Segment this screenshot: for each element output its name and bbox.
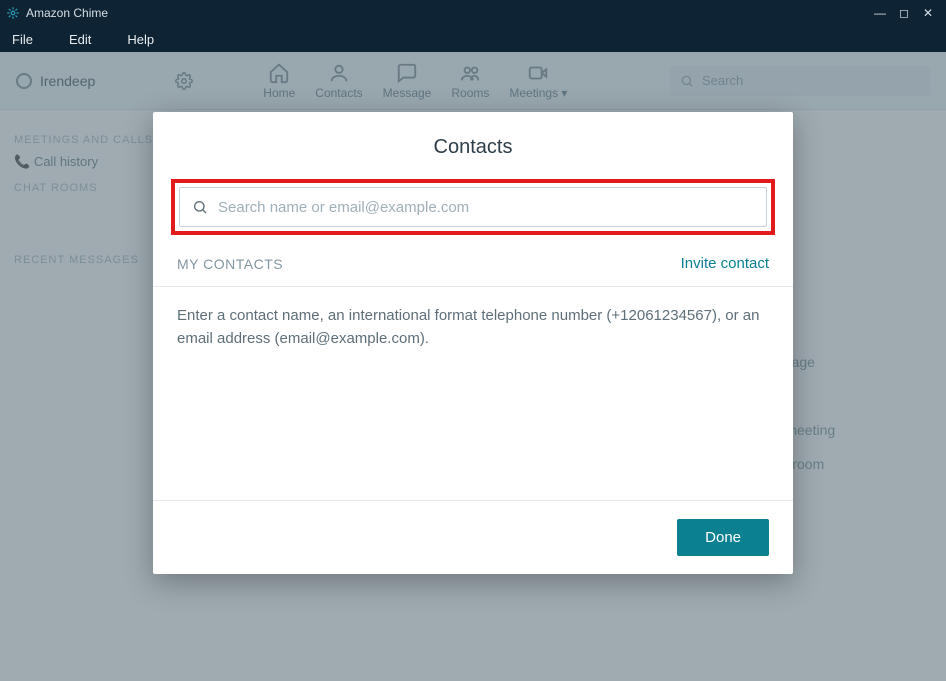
modal-overlay: Contacts MY CONTACTS Invite contact Ente… bbox=[0, 52, 946, 681]
my-contacts-row: MY CONTACTS Invite contact bbox=[153, 249, 793, 286]
window-minimize-button[interactable]: — bbox=[868, 6, 892, 20]
contact-search-box[interactable] bbox=[179, 187, 767, 227]
contact-search-input[interactable] bbox=[218, 199, 754, 216]
window-maximize-button[interactable]: ◻ bbox=[892, 6, 916, 20]
window-close-button[interactable]: ✕ bbox=[916, 6, 940, 20]
menu-help[interactable]: Help bbox=[123, 30, 158, 49]
search-icon bbox=[192, 199, 208, 215]
invite-contact-link[interactable]: Invite contact bbox=[681, 255, 769, 272]
done-button[interactable]: Done bbox=[677, 519, 769, 556]
app-body: Irendeep Home Contacts Message Rooms Mee… bbox=[0, 52, 946, 681]
my-contacts-label: MY CONTACTS bbox=[177, 256, 283, 272]
menubar: File Edit Help bbox=[0, 26, 946, 52]
contacts-help-text: Enter a contact name, an international f… bbox=[153, 287, 793, 500]
menu-file[interactable]: File bbox=[8, 30, 37, 49]
dialog-footer: Done bbox=[153, 500, 793, 574]
dialog-title: Contacts bbox=[153, 112, 793, 179]
contacts-dialog: Contacts MY CONTACTS Invite contact Ente… bbox=[153, 112, 793, 574]
search-highlight-frame bbox=[171, 179, 775, 235]
app-icon bbox=[6, 6, 20, 20]
window-title: Amazon Chime bbox=[26, 6, 108, 20]
menu-edit[interactable]: Edit bbox=[65, 30, 95, 49]
window-titlebar: Amazon Chime — ◻ ✕ bbox=[0, 0, 946, 26]
